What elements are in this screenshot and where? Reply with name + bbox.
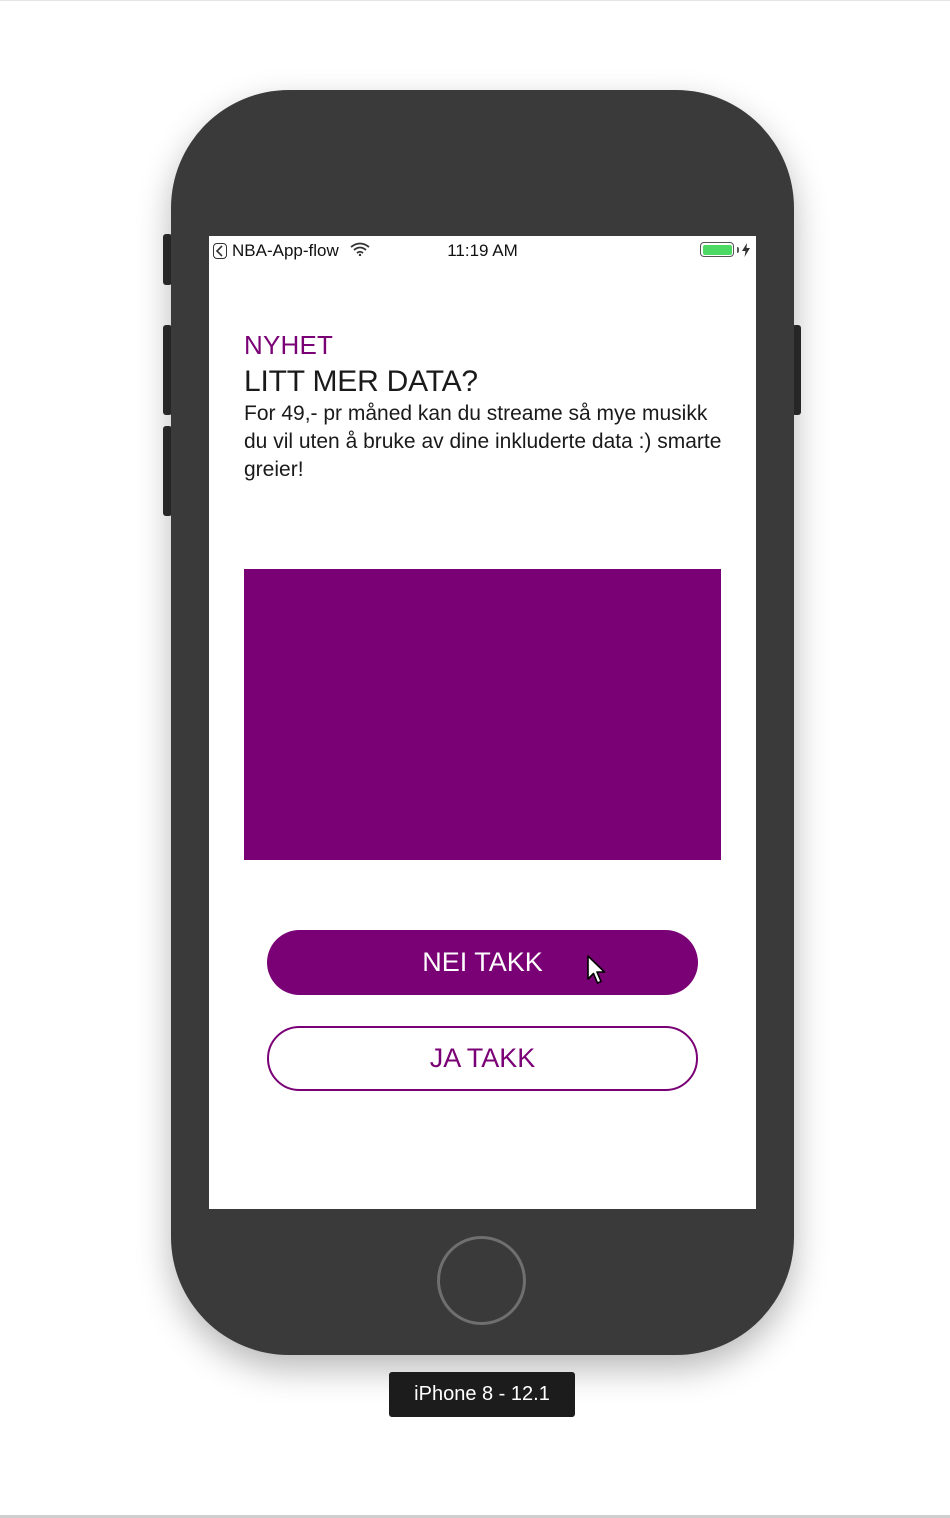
home-button[interactable] [437,1236,526,1325]
battery-level [702,244,732,255]
phone-screen: NBA-App-flow 11:19 AM NYHET LITT MER DAT… [209,236,756,1209]
battery-icon [700,242,734,257]
status-right [700,242,750,257]
device-name-label: iPhone 8 - 12.1 [389,1372,575,1417]
accept-button[interactable]: JA TAKK [267,1026,698,1091]
news-eyebrow: NYHET [244,330,334,360]
status-bar: NBA-App-flow 11:19 AM [209,236,756,266]
page-title: LITT MER DATA? [244,365,478,398]
status-time: 11:19 AM [447,241,518,260]
promo-image-placeholder [244,569,721,860]
decline-button[interactable]: NEI TAKK [267,930,698,995]
charging-bolt-icon [742,242,750,257]
mouse-cursor-icon [587,955,606,984]
offer-description: For 49,- pr måned kan du streame så mye … [244,402,722,481]
simulator-window: NBA-App-flow 11:19 AM NYHET LITT MER DAT… [0,0,950,1518]
battery-tip [737,246,739,253]
